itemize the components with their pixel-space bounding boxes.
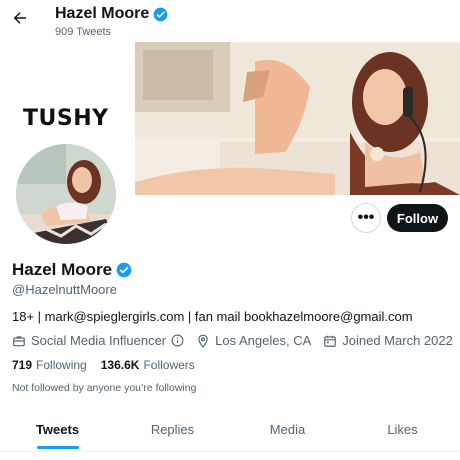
profile-meta: Social Media Influencer Los Angeles, CA … <box>12 333 460 348</box>
category-label: Social Media Influencer <box>31 333 167 348</box>
avatar[interactable] <box>12 140 120 248</box>
brand-logo: TUSHY <box>23 106 109 131</box>
verified-badge-icon <box>116 262 132 278</box>
followers-count: 136.6K <box>100 358 140 372</box>
active-tab-indicator <box>37 446 79 449</box>
banner-image[interactable] <box>135 42 460 195</box>
header-name: Hazel Moore <box>55 5 150 22</box>
banner-illustration <box>135 42 460 195</box>
following-link[interactable]: 719 Following <box>12 358 87 372</box>
briefcase-icon <box>13 335 25 346</box>
tab-likes[interactable]: Likes <box>345 412 460 451</box>
follow-button[interactable]: Follow <box>387 204 448 232</box>
tweet-count: 909 Tweets <box>55 26 112 38</box>
location-pin-icon <box>198 334 208 348</box>
profile-bio: 18+ | mark@spieglergirls.com | fan mail … <box>12 309 413 324</box>
not-followed-note: Not followed by anyone you’re following <box>12 382 197 394</box>
profile-name-row: Hazel Moore <box>12 260 132 280</box>
header-name-row: Hazel Moore <box>55 5 168 23</box>
profile-name: Hazel Moore <box>12 260 113 279</box>
followers-link[interactable]: 136.6K Followers <box>101 358 195 372</box>
location-label: Los Angeles, CA <box>215 333 312 348</box>
joined-label: Joined March 2022 <box>342 333 453 348</box>
category-item: Social Media Influencer <box>12 333 184 348</box>
info-icon[interactable] <box>171 334 184 347</box>
following-label: Following <box>36 358 87 372</box>
profile-stats: 719 Following 136.6K Followers <box>12 358 195 372</box>
tab-media[interactable]: Media <box>230 412 345 451</box>
arrow-left-icon <box>13 12 26 24</box>
more-options-button[interactable]: ••• <box>351 203 381 233</box>
following-count: 719 <box>12 358 33 372</box>
top-bar: Hazel Moore 909 Tweets <box>0 0 460 42</box>
back-button[interactable] <box>8 6 32 30</box>
avatar-photo <box>16 144 116 244</box>
profile-handle: @HazelnuttMoore <box>12 282 117 297</box>
tab-replies[interactable]: Replies <box>115 412 230 451</box>
verified-badge-icon <box>153 7 168 21</box>
location-item: Los Angeles, CA <box>196 333 311 348</box>
joined-item: Joined March 2022 <box>323 333 453 348</box>
calendar-icon <box>324 335 337 347</box>
followers-label: Followers <box>143 358 195 372</box>
